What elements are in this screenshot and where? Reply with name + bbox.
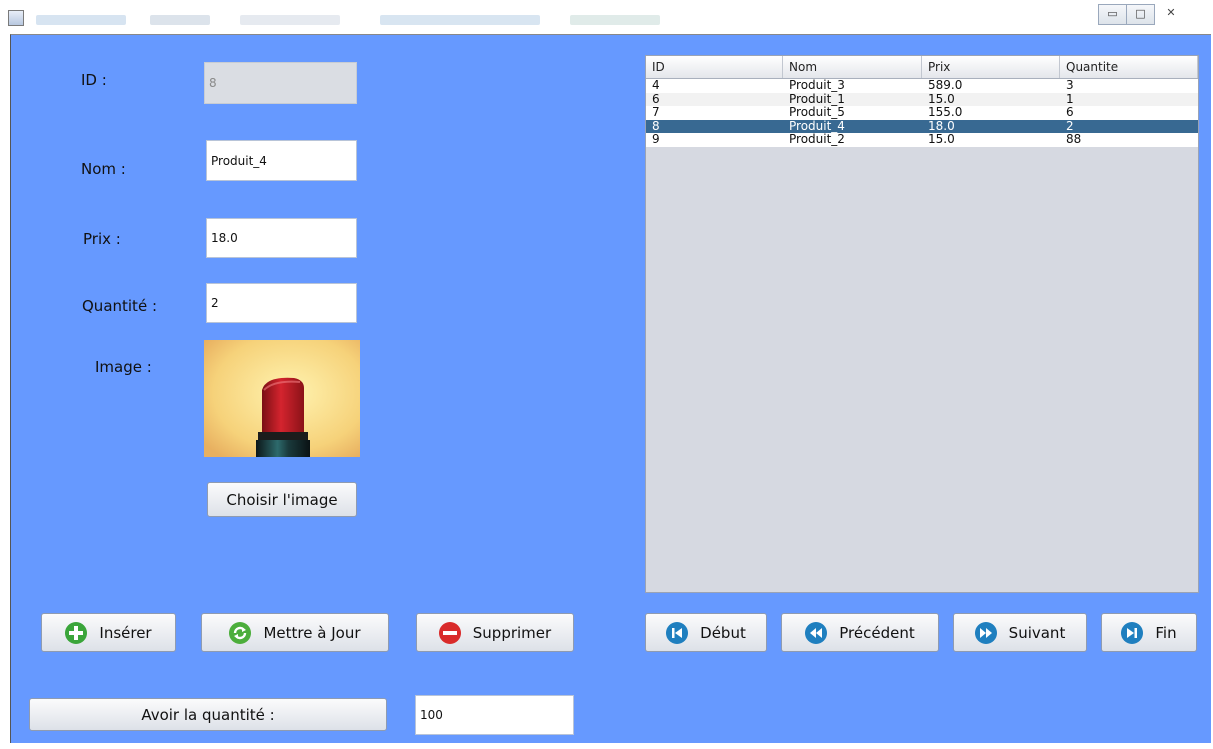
- delete-button[interactable]: Supprimer: [416, 613, 574, 652]
- image-label: Image :: [95, 358, 152, 376]
- id-field: 8: [204, 62, 357, 104]
- last-label: Fin: [1155, 623, 1177, 642]
- product-management-panel: ID : 8 Nom : Produit_4 Prix : 18.0 Quant…: [10, 34, 1211, 743]
- cell-quantite: 88: [1066, 133, 1082, 146]
- first-label: Début: [700, 623, 746, 642]
- column-header-id[interactable]: ID: [646, 56, 783, 78]
- cell-id: 9: [652, 133, 660, 146]
- maximize-button[interactable]: □: [1126, 4, 1155, 25]
- background-toolbar-ghost-5: [570, 15, 660, 25]
- update-label: Mettre à Jour: [263, 623, 361, 642]
- prix-field[interactable]: 18.0: [206, 218, 357, 258]
- cell-quantite: 2: [1066, 119, 1074, 133]
- window-title-bar: ▭ □ ✕: [0, 0, 1213, 34]
- cell-nom: Produit_2: [789, 133, 845, 146]
- java-app-icon: [8, 10, 24, 26]
- quantite-field[interactable]: 2: [206, 283, 357, 323]
- cell-nom: Produit_1: [789, 92, 845, 106]
- cell-quantite: 6: [1066, 106, 1074, 119]
- close-button[interactable]: ✕: [1154, 4, 1188, 23]
- next-record-button[interactable]: Suivant: [953, 613, 1087, 652]
- previous-label: Précédent: [839, 623, 915, 642]
- background-toolbar-ghost-4: [380, 15, 540, 25]
- id-label: ID :: [81, 71, 107, 89]
- get-quantity-button[interactable]: Avoir la quantité :: [29, 698, 387, 731]
- cell-quantite: 3: [1066, 79, 1074, 92]
- table-row[interactable]: 7 Produit_5 155.0 6: [646, 106, 1198, 120]
- minus-icon: [438, 621, 461, 644]
- cell-prix: 15.0: [928, 92, 955, 106]
- fast-forward-icon: [974, 621, 997, 644]
- cell-prix: 589.0: [928, 79, 963, 92]
- quantity-threshold-field[interactable]: 100: [415, 695, 574, 735]
- refresh-icon: [229, 621, 252, 644]
- cell-nom: Produit_5: [789, 106, 845, 119]
- insert-button[interactable]: Insérer: [41, 613, 176, 652]
- prix-label: Prix :: [83, 230, 121, 248]
- choose-image-label: Choisir l'image: [226, 490, 338, 509]
- background-toolbar-ghost: [36, 15, 126, 25]
- background-toolbar-ghost-3: [240, 15, 340, 25]
- first-record-button[interactable]: Début: [645, 613, 767, 652]
- previous-record-button[interactable]: Précédent: [781, 613, 939, 652]
- cell-id: 6: [652, 92, 660, 106]
- background-toolbar-ghost-2: [150, 15, 210, 25]
- cell-id: 7: [652, 106, 660, 119]
- cell-prix: 15.0: [928, 133, 955, 146]
- table-row-selected[interactable]: 8 Produit_4 18.0 2: [646, 119, 1198, 133]
- rewind-icon: [805, 621, 828, 644]
- cell-prix: 18.0: [928, 119, 955, 133]
- get-quantity-label: Avoir la quantité :: [141, 705, 275, 724]
- last-record-button[interactable]: Fin: [1101, 613, 1197, 652]
- next-label: Suivant: [1008, 623, 1066, 642]
- table-row[interactable]: 9 Produit_2 15.0 88: [646, 133, 1198, 147]
- choose-image-button[interactable]: Choisir l'image: [207, 482, 357, 517]
- update-button[interactable]: Mettre à Jour: [201, 613, 389, 652]
- cell-nom: Produit_3: [789, 79, 845, 92]
- product-image-lipstick: [204, 340, 360, 457]
- skip-last-icon: [1121, 621, 1144, 644]
- table-row[interactable]: 4 Produit_3 589.0 3: [646, 79, 1198, 93]
- nom-label: Nom :: [81, 160, 126, 178]
- cell-id: 4: [652, 79, 660, 92]
- cell-prix: 155.0: [928, 106, 963, 119]
- nom-field[interactable]: Produit_4: [206, 140, 357, 181]
- delete-label: Supprimer: [472, 623, 552, 642]
- cell-id: 8: [652, 119, 660, 133]
- column-header-nom[interactable]: Nom: [783, 56, 922, 78]
- column-header-quantite[interactable]: Quantite: [1060, 56, 1198, 78]
- cell-quantite: 1: [1066, 92, 1074, 106]
- insert-label: Insérer: [99, 623, 152, 642]
- skip-first-icon: [666, 621, 689, 644]
- table-header: ID Nom Prix Quantite: [646, 56, 1198, 79]
- quantite-label: Quantité :: [82, 297, 157, 315]
- plus-icon: [65, 621, 88, 644]
- products-table[interactable]: ID Nom Prix Quantite 4 Produit_3 589.0 3…: [645, 55, 1199, 593]
- minimize-button[interactable]: ▭: [1098, 4, 1127, 25]
- cell-nom: Produit_4: [789, 119, 845, 133]
- table-row[interactable]: 6 Produit_1 15.0 1: [646, 92, 1198, 106]
- column-header-prix[interactable]: Prix: [922, 56, 1060, 78]
